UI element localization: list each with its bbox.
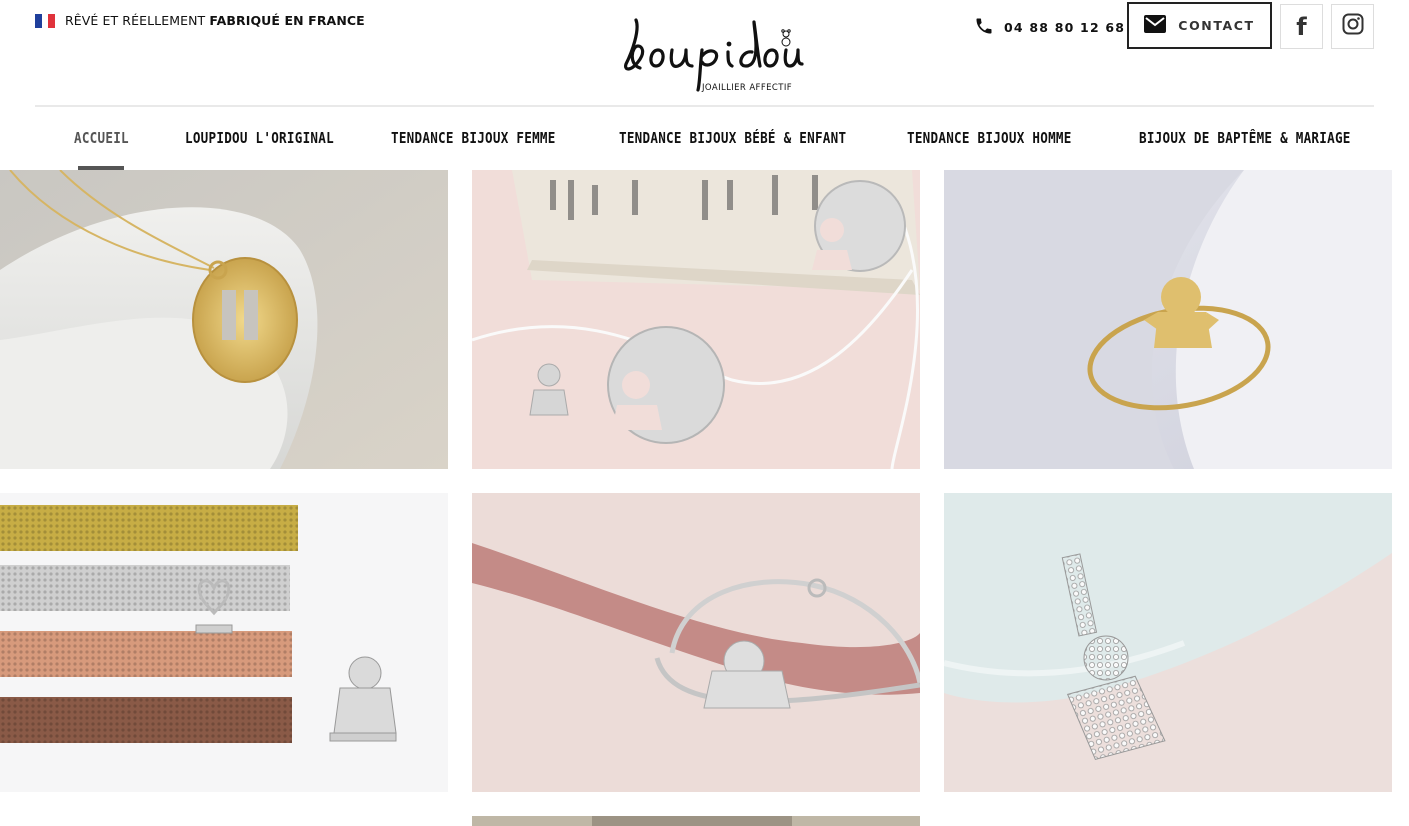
gold-ring-photo [944,170,1392,469]
nav-item-bapteme-mariage[interactable]: BIJOUX DE BAPTÊME & MARIAGE [1139,129,1351,147]
brand-tagline: JOAILLIER AFFECTIF [702,83,793,93]
contact-button[interactable]: CONTACT [1127,2,1272,49]
partial-photo [472,816,920,826]
facebook-button[interactable]: f [1280,4,1323,49]
gallery-tile-diamond-pendant[interactable] [944,493,1392,792]
nav-item-loupidou-original[interactable]: LOUPIDOU L'ORIGINAL [185,129,334,147]
tagline-bold: FABRIQUÉ EN FRANCE [209,13,365,28]
nav-active-indicator [78,166,124,170]
mesh-bracelets-photo [0,493,448,792]
contact-label: CONTACT [1178,18,1255,33]
silver-bangle-ribbon-photo [472,493,920,792]
mail-icon [1144,15,1167,36]
phone-icon [974,16,994,39]
nav-item-bijoux-femme[interactable]: TENDANCE BIJOUX FEMME [391,129,556,147]
gold-pendant-photo [0,170,448,469]
nav-item-bijoux-homme[interactable]: TENDANCE BIJOUX HOMME [907,129,1072,147]
nav-item-bijoux-bebe-enfant[interactable]: TENDANCE BIJOUX BÉBÉ & ENFANT [619,129,846,147]
gallery-tile-silver-bangle[interactable] [472,493,920,792]
phone-number: 04 88 80 12 68 [1004,20,1126,35]
gallery-tile-gold-pendant[interactable] [0,170,448,469]
facebook-icon: f [1296,12,1307,41]
nav-item-accueil[interactable]: ACCUEIL [74,129,129,147]
diamond-kid-pendant-photo [944,493,1392,792]
site-header: RÊVÉ ET RÉELLEMENT FABRIQUÉ EN FRANCE JO… [0,0,1409,170]
phone-link[interactable]: 04 88 80 12 68 [974,16,1125,39]
tagline-prefix: RÊVÉ ET RÉELLEMENT [65,13,206,28]
gallery-tile-mesh-bracelets[interactable] [0,493,448,792]
gallery-tile-gold-ring[interactable] [944,170,1392,469]
gallery-tile-silver-kids[interactable] [472,170,920,469]
flag-fr-icon [35,13,56,28]
silver-kid-pendants-photo [472,170,920,469]
made-in-france-banner: RÊVÉ ET RÉELLEMENT FABRIQUÉ EN FRANCE [35,13,365,28]
instagram-button[interactable] [1331,4,1374,49]
gallery-tile-partial[interactable] [472,816,920,826]
instagram-icon [1342,13,1364,40]
main-nav: ACCUEIL LOUPIDOU L'ORIGINAL TENDANCE BIJ… [0,107,1409,170]
